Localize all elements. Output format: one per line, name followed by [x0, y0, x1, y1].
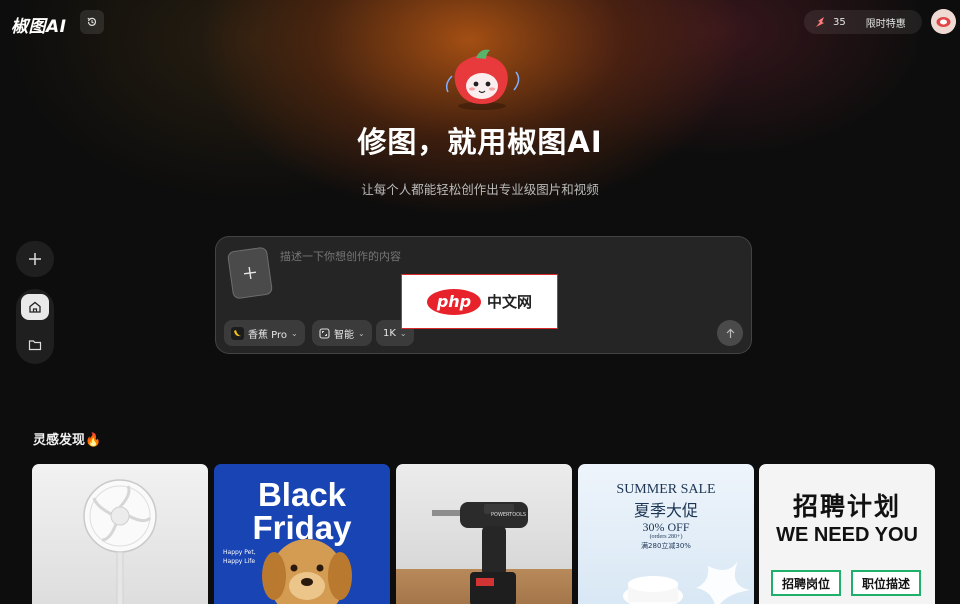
avatar-image	[931, 9, 956, 34]
card-discount: 30% OFF	[642, 520, 690, 534]
pepper-spark-icon	[816, 16, 824, 27]
watermark-text: 中文网	[486, 293, 532, 311]
history-icon	[87, 17, 97, 26]
card-heading-en: SUMMER SALE	[616, 482, 716, 497]
upload-image-button[interactable]	[226, 246, 274, 300]
nav-home[interactable]	[21, 294, 49, 320]
cream-jar-image	[623, 561, 750, 604]
app-logo[interactable]: 椒图AI	[11, 12, 66, 37]
card-discount-note: (orders 280+)	[649, 534, 683, 540]
card-title: 招聘计划	[792, 492, 901, 521]
plus-icon	[29, 253, 41, 265]
inspiration-card-drill[interactable]: POWERTOOLS	[396, 464, 572, 604]
ratio-label: 智能	[334, 329, 354, 341]
model-select[interactable]: 香蕉 Pro ⌄	[224, 320, 305, 346]
model-label: 香蕉 Pro	[248, 329, 288, 341]
aspect-ratio-icon	[319, 327, 330, 339]
watermark-badge: php	[426, 288, 481, 315]
chevron-down-icon: ⌄	[291, 328, 298, 338]
card-subtitle: WE NEED YOU	[776, 524, 918, 546]
send-button[interactable]	[717, 320, 743, 346]
inspiration-card-summer-sale[interactable]: SUMMER SALE 夏季大促 30% OFF (orders 280+) 满…	[578, 464, 754, 604]
fan-image	[83, 479, 157, 604]
promo-link[interactable]: 限时特惠	[866, 15, 906, 30]
credits-count: 35	[833, 16, 846, 28]
dog-image	[262, 539, 352, 604]
plus-icon	[243, 266, 257, 280]
pepper-mascot	[445, 49, 520, 110]
card-tag-description: 职位描述	[851, 570, 921, 596]
chevron-down-icon: ⌄	[358, 328, 365, 338]
ratio-select[interactable]: 智能 ⌄	[312, 320, 372, 346]
folder-icon	[28, 340, 42, 351]
card-discount-note-cn: 满280立减30%	[641, 542, 691, 550]
side-navigation	[16, 289, 54, 364]
avatar[interactable]	[931, 9, 956, 34]
arrow-up-icon	[726, 328, 734, 338]
page-subtitle: 让每个人都能轻松创作出专业级图片和视频	[361, 182, 599, 197]
resolution-label: 1K	[383, 327, 396, 339]
chevron-down-icon: ⌄	[399, 328, 407, 338]
prompt-input[interactable]	[280, 251, 720, 263]
home-icon	[29, 301, 41, 313]
nav-folder[interactable]	[21, 332, 49, 358]
history-button[interactable]	[80, 10, 104, 34]
drill-image	[432, 502, 528, 604]
section-title-inspiration: 灵感发现🔥	[33, 433, 102, 448]
inspiration-card-fan[interactable]	[32, 464, 208, 604]
banana-icon	[231, 326, 244, 340]
inspiration-card-black-friday[interactable]: Black Friday Happy Pet, Happy Life	[214, 464, 390, 604]
page-title: 修图，就用椒图AI	[357, 125, 603, 159]
card-heading-cn: 夏季大促	[633, 501, 698, 520]
new-project-button[interactable]	[16, 241, 54, 277]
credits-pill[interactable]: 35 限时特惠	[804, 10, 922, 34]
brand-label: POWERTOOLS	[491, 512, 527, 518]
inspiration-card-recruit[interactable]: 招聘计划 WE NEED YOU 招聘岗位 职位描述	[759, 464, 935, 604]
card-tag-positions: 招聘岗位	[771, 570, 841, 596]
site-watermark: php 中文网	[401, 274, 558, 329]
